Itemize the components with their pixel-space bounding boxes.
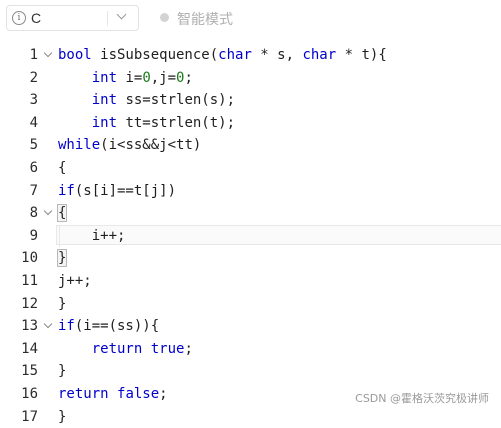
chevron-down-icon[interactable] <box>116 9 127 20</box>
code-line[interactable]: 12} <box>0 293 501 316</box>
code-editor[interactable]: 1 bool isSubsequence(char * s, char * t){… <box>0 44 501 425</box>
toggle-dot-icon <box>160 13 169 22</box>
code-line[interactable]: 17} <box>0 406 501 428</box>
code-line[interactable]: 10} <box>0 247 501 270</box>
code-text: if(i==(ss)){ <box>58 318 160 335</box>
code-line[interactable]: 2 int i=0,j=0; <box>0 67 501 90</box>
line-number: 8 <box>29 205 38 222</box>
line-number: 3 <box>29 92 38 109</box>
fold-chevron-icon[interactable] <box>43 319 53 329</box>
code-text: } <box>58 295 67 312</box>
smart-mode-label: 智能模式 <box>177 11 233 27</box>
code-line[interactable]: 13 if(i==(ss)){ <box>0 315 501 338</box>
code-text: int ss=strlen(s); <box>91 92 236 109</box>
line-number: 1 <box>29 47 38 63</box>
code-line[interactable]: 14 return true; <box>0 338 501 361</box>
code-line[interactable]: 7 if(s[i]==t[j]) <box>0 180 501 203</box>
code-text: if(s[i]==t[j]) <box>58 182 177 199</box>
fold-chevron-icon[interactable] <box>43 206 53 216</box>
code-line[interactable]: 4 int tt=strlen(t); <box>0 112 501 135</box>
code-text: { <box>58 160 67 176</box>
watermark: CSDN @霍格沃茨究极讲师 <box>355 392 489 405</box>
line-number: 4 <box>29 114 38 131</box>
code-line[interactable]: 8{ <box>0 202 501 225</box>
code-text: { <box>56 204 68 223</box>
code-text: i++; <box>58 227 126 244</box>
info-icon[interactable]: i <box>12 11 26 25</box>
line-number: 12 <box>21 295 38 312</box>
line-number: 13 <box>21 318 38 335</box>
code-line[interactable]: 1 bool isSubsequence(char * s, char * t){ <box>0 44 501 67</box>
line-number: 9 <box>29 227 38 244</box>
code-text: int tt=strlen(t); <box>91 114 236 131</box>
select-divider <box>107 11 108 26</box>
language-select[interactable]: i C <box>6 5 139 31</box>
editor-toolbar: i C 智能模式 <box>0 0 501 38</box>
code-line[interactable]: 9 i++; <box>0 224 501 248</box>
code-text: bool isSubsequence(char * s, char * t){ <box>58 47 387 63</box>
line-number: 2 <box>29 69 38 86</box>
code-text: return true; <box>91 340 193 357</box>
code-text: return false; <box>58 386 168 402</box>
line-number: 5 <box>29 137 38 154</box>
code-line[interactable]: 3 int ss=strlen(s); <box>0 89 501 112</box>
code-text: j++; <box>58 273 92 289</box>
line-number: 17 <box>21 408 38 425</box>
fold-chevron-icon[interactable] <box>43 48 53 58</box>
line-number: 15 <box>21 363 38 380</box>
line-number: 7 <box>29 182 38 199</box>
line-number: 6 <box>29 160 38 176</box>
code-line[interactable]: 5 while(i<ss&&j<tt) <box>0 134 501 157</box>
language-label: C <box>31 10 42 26</box>
code-text: } <box>58 363 67 380</box>
line-number: 16 <box>21 386 38 402</box>
code-text: int i=0,j=0; <box>91 69 193 86</box>
line-number: 14 <box>21 340 38 357</box>
line-number: 11 <box>21 273 38 289</box>
code-line[interactable]: 11 j++; <box>0 270 501 293</box>
code-text: } <box>56 249 68 268</box>
code-line[interactable]: 6{ <box>0 157 501 180</box>
line-number: 10 <box>21 250 38 267</box>
code-line[interactable]: 15} <box>0 360 501 383</box>
indent-guide <box>59 224 60 248</box>
code-text: while(i<ss&&j<tt) <box>58 137 202 154</box>
code-text: } <box>58 408 67 425</box>
